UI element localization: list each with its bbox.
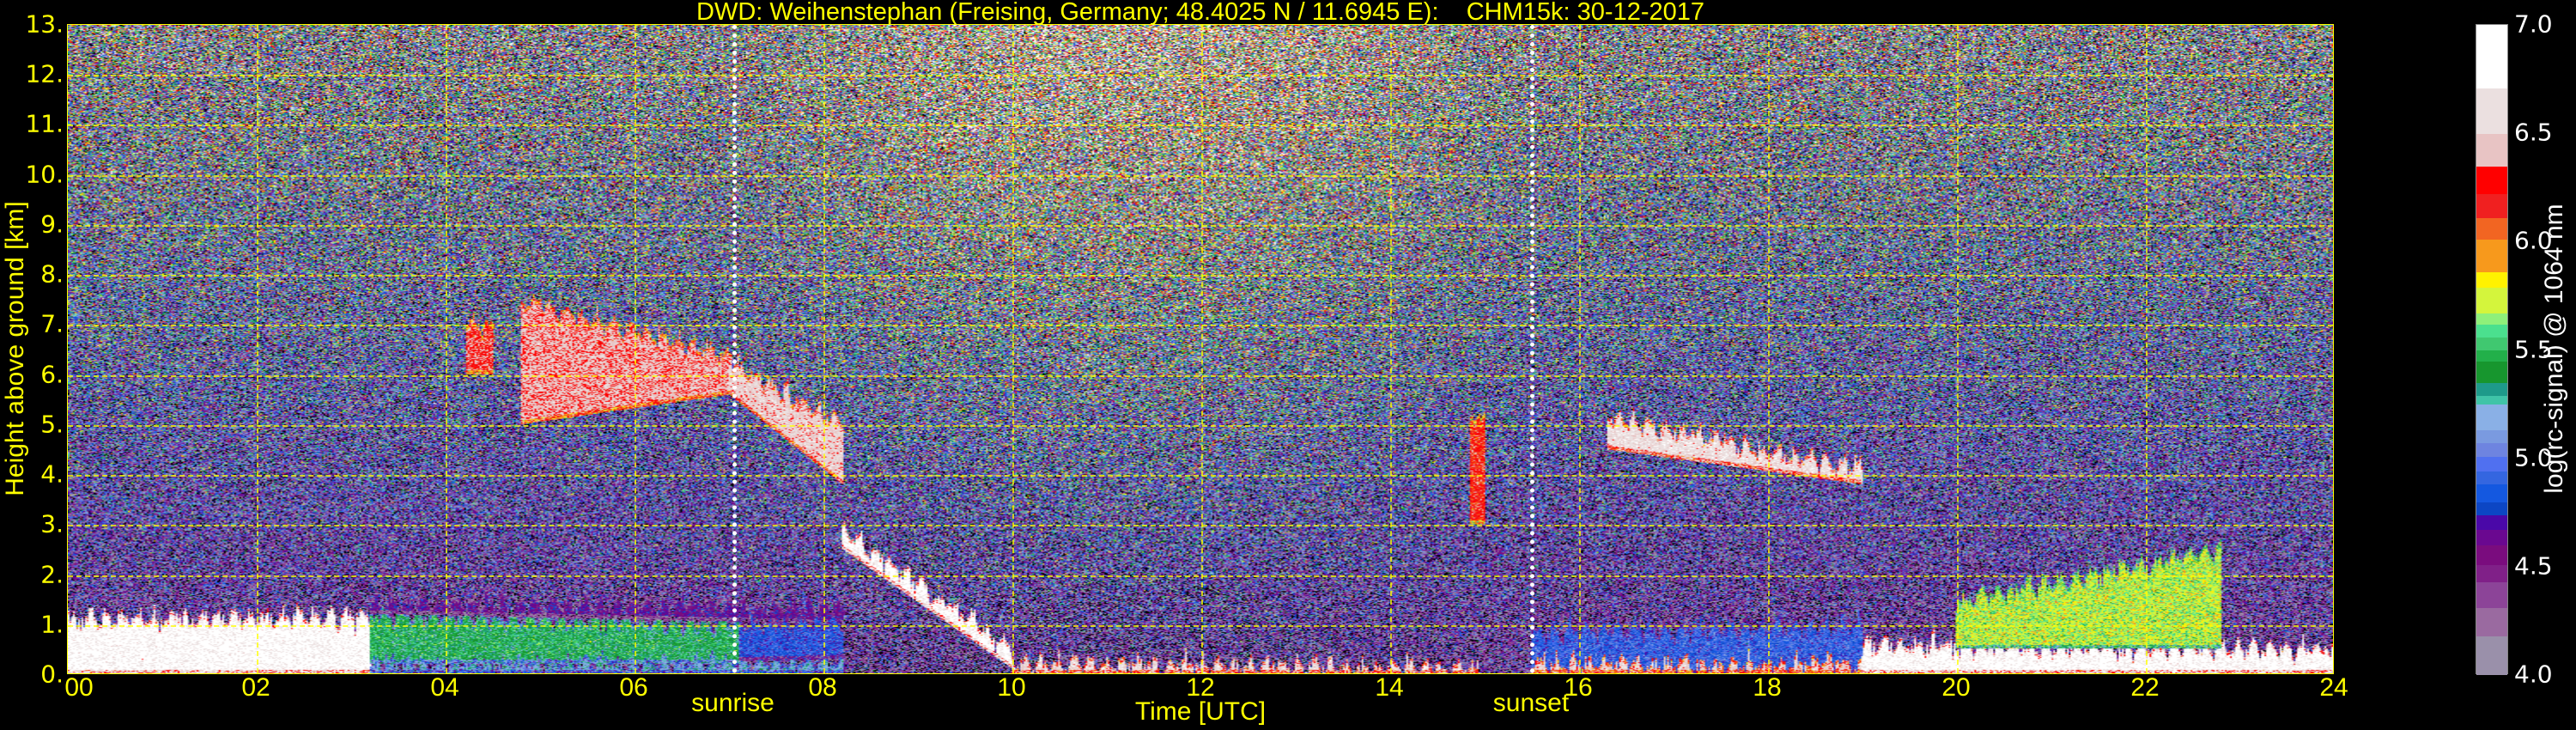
x-tick-label: 22	[2130, 673, 2160, 702]
y-tick-label: 6.	[40, 360, 64, 389]
y-tick-label: 11.	[25, 109, 64, 138]
colorbar-segment	[2476, 217, 2507, 240]
x-tick-label: 02	[241, 673, 270, 702]
x-tick-label: 04	[430, 673, 459, 702]
y-tick-label: 13.	[25, 9, 64, 39]
grid-line-horizontal	[68, 75, 2333, 77]
x-tick-label: 18	[1753, 673, 1782, 702]
colorbar-segment	[2476, 581, 2507, 609]
colorbar-segment	[2476, 337, 2507, 350]
y-tick-label: 10.	[25, 160, 64, 189]
y-tick-label: 4.	[40, 459, 64, 489]
grid-line-vertical	[1579, 25, 1581, 673]
grid-line-vertical	[1012, 25, 1014, 673]
grid-line-vertical	[2146, 25, 2148, 673]
colorbar-segment	[2476, 607, 2507, 637]
grid-line-vertical	[1957, 25, 1959, 673]
colorbar-segment	[2476, 193, 2507, 219]
y-tick-label: 3.	[40, 509, 64, 538]
grid-line-horizontal	[68, 525, 2333, 527]
sunset-label: sunset	[1492, 689, 1570, 717]
colorbar-segment	[2476, 544, 2507, 565]
y-tick-label: 0.	[40, 660, 64, 689]
x-tick-label: 14	[1375, 673, 1404, 702]
colorbar-segment	[2476, 239, 2507, 273]
x-tick-label: 20	[1941, 673, 1971, 702]
colorbar-tick-label: 7.0	[2514, 9, 2553, 39]
grid-line-horizontal	[68, 424, 2333, 427]
y-tick-label: 9.	[40, 210, 64, 239]
grid-line-horizontal	[68, 275, 2333, 277]
colorbar-segment	[2476, 287, 2507, 314]
grid-line-vertical	[446, 25, 447, 673]
x-tick-label: 08	[808, 673, 837, 702]
grid-line-vertical	[257, 25, 258, 673]
grid-line-horizontal	[68, 475, 2333, 478]
x-tick-label: 00	[64, 673, 94, 702]
colorbar-segment	[2476, 564, 2507, 582]
y-tick-label: 1.	[40, 610, 64, 639]
colorbar-tick-label: 4.5	[2514, 551, 2553, 581]
colorbar-segment	[2476, 456, 2507, 472]
grid-line-horizontal	[68, 374, 2333, 377]
colorbar-tick-label: 6.5	[2514, 118, 2553, 147]
colorbar-label: log(rc-signal) @ 1064 nm	[2540, 204, 2568, 494]
colorbar-segment	[2476, 502, 2507, 515]
x-axis-label: Time [UTC]	[1134, 697, 1267, 726]
colorbar-segment	[2476, 395, 2507, 405]
colorbar	[2476, 24, 2508, 676]
y-tick-label: 8.	[40, 259, 64, 289]
colorbar-segment	[2476, 484, 2507, 502]
y-axis-label: Height above ground [km]	[1, 201, 29, 496]
grid-line-horizontal	[68, 325, 2333, 327]
y-tick-label: 12.	[25, 59, 64, 88]
colorbar-segment	[2476, 313, 2507, 325]
colorbar-segment	[2476, 429, 2507, 444]
plot-area	[67, 24, 2334, 674]
grid-line-horizontal	[68, 575, 2333, 577]
x-tick-label: 24	[2319, 673, 2348, 702]
colorbar-segment	[2476, 443, 2507, 457]
grid-line-horizontal	[68, 224, 2333, 227]
colorbar-segment	[2476, 271, 2507, 288]
chart-title: DWD: Weihenstephan (Freising, Germany; 4…	[696, 0, 1704, 26]
colorbar-segment	[2476, 133, 2507, 167]
colorbar-segment	[2476, 88, 2507, 134]
colorbar-segment	[2476, 324, 2507, 338]
grid-line-vertical	[635, 25, 636, 673]
x-tick-label: 10	[997, 673, 1026, 702]
grid-line-vertical	[1201, 25, 1203, 673]
grid-line-horizontal	[68, 125, 2333, 127]
y-tick-label: 2.	[40, 560, 64, 589]
colorbar-segment	[2476, 471, 2507, 485]
sunrise-line	[732, 25, 737, 673]
colorbar-segment	[2476, 404, 2507, 431]
colorbar-segment	[2476, 361, 2507, 383]
colorbar-segment	[2476, 166, 2507, 195]
y-tick-label: 7.	[40, 309, 64, 338]
colorbar-segment	[2476, 25, 2507, 88]
y-tick-label: 5.	[40, 410, 64, 439]
grid-line-vertical	[823, 25, 825, 673]
x-tick-label: 06	[619, 673, 648, 702]
grid-line-vertical	[1768, 25, 1770, 673]
grid-line-vertical	[1390, 25, 1392, 673]
colorbar-segment	[2476, 636, 2507, 676]
colorbar-tick-label: 4.0	[2514, 660, 2553, 689]
colorbar-segment	[2476, 514, 2507, 531]
grid-line-horizontal	[68, 174, 2333, 177]
sunrise-label: sunrise	[691, 689, 775, 717]
colorbar-segment	[2476, 382, 2507, 396]
colorbar-segment	[2476, 529, 2507, 546]
grid-line-horizontal	[68, 624, 2333, 627]
colorbar-segment	[2476, 350, 2507, 362]
sunset-line	[1530, 25, 1534, 673]
